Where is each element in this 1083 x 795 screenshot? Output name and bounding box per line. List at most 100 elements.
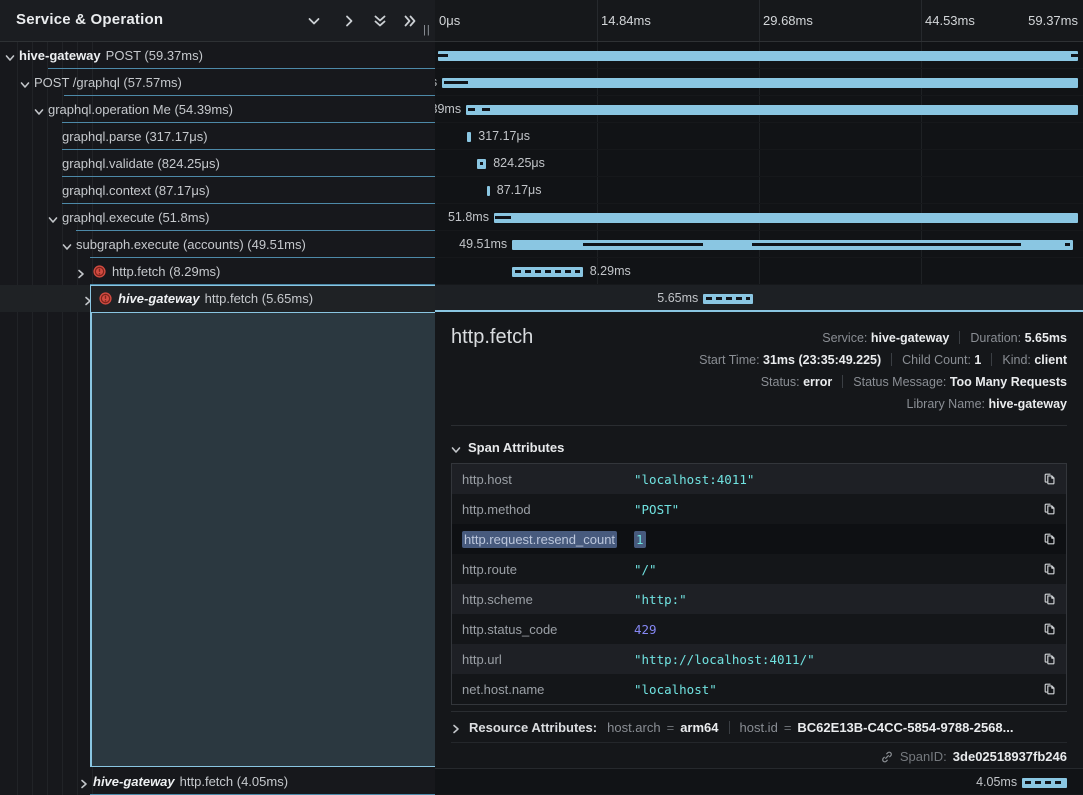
copy-icon[interactable]: [1043, 622, 1057, 636]
operation-name: POST /graphql (57.57ms): [34, 75, 182, 90]
service-name: hive-gateway: [93, 774, 175, 789]
chevron-down-icon[interactable]: [20, 77, 30, 87]
attribute-key: http.request.resend_count: [452, 532, 634, 547]
attribute-row[interactable]: http.url"http://localhost:4011/": [452, 644, 1066, 674]
chevron-down-icon[interactable]: [34, 104, 44, 114]
span-timeline-row[interactable]: 51.8ms: [435, 204, 1083, 231]
attribute-row[interactable]: net.host.name"localhost": [452, 674, 1066, 704]
chevron-right-icon[interactable]: [79, 776, 89, 786]
detail-meta-line: Start Time: 31ms (23:35:49.225)Child Cou…: [699, 349, 1067, 371]
operation-name: graphql.context (87.17μs): [62, 183, 210, 198]
service-name: hive-gateway: [19, 48, 101, 63]
chevron-right-icon[interactable]: [451, 722, 461, 732]
timeline-ruler[interactable]: 0μs14.84ms29.68ms44.53ms59.37ms: [435, 0, 1083, 42]
span-timeline-row[interactable]: 54.39ms: [435, 96, 1083, 123]
span-duration-bar[interactable]: [512, 240, 1073, 250]
span-row-label: POST /graphql (57.57ms): [34, 75, 182, 90]
copy-icon[interactable]: [1043, 562, 1057, 576]
span-duration-bar[interactable]: [487, 186, 490, 196]
child-span-marker: [1071, 54, 1078, 57]
column-resize-handle[interactable]: ||: [423, 24, 431, 36]
span-tree-row[interactable]: http.fetch (8.29ms): [0, 258, 435, 285]
child-span-marker: [480, 162, 483, 165]
attribute-row[interactable]: http.status_code429: [452, 614, 1066, 644]
span-duration-bar[interactable]: [467, 132, 472, 142]
resource-key: host.id: [740, 720, 778, 735]
resource-value: BC62E13B-C4CC-5854-9788-2568...: [797, 720, 1013, 735]
span-tree-row[interactable]: graphql.execute (51.8ms): [0, 204, 435, 231]
expand-one-icon[interactable]: [341, 13, 357, 29]
attribute-key: http.route: [452, 562, 634, 577]
span-tree-row[interactable]: graphql.operation Me (54.39ms): [0, 96, 435, 123]
span-attributes-header[interactable]: Span Attributes: [451, 440, 564, 455]
attribute-row[interactable]: http.host"localhost:4011": [452, 464, 1066, 494]
attribute-row[interactable]: http.request.resend_count1: [452, 524, 1066, 554]
child-span-marker: [495, 216, 511, 219]
meta-label: Child Count:: [902, 353, 974, 367]
span-row-label: graphql.execute (51.8ms): [62, 210, 209, 225]
duration-label: 51.8ms: [448, 210, 489, 224]
span-tree-row[interactable]: graphql.validate (824.25μs): [0, 150, 435, 177]
span-timeline-row[interactable]: [435, 42, 1083, 69]
ruler-tick-label: 14.84ms: [601, 13, 651, 28]
attribute-row[interactable]: http.scheme"http:": [452, 584, 1066, 614]
duration-label: 49.51ms: [459, 237, 507, 251]
resource-attributes-row[interactable]: Resource Attributes:host.arch=arm64host.…: [451, 711, 1067, 742]
ruler-gridline: [759, 0, 760, 41]
span-duration-bar[interactable]: [466, 105, 1078, 115]
span-tree-row[interactable]: graphql.parse (317.17μs): [0, 123, 435, 150]
span-tree-row[interactable]: hive-gatewayhttp.fetch (5.65ms): [0, 285, 435, 312]
span-tree-row[interactable]: subgraph.execute (accounts) (49.51ms): [0, 231, 435, 258]
resource-value: arm64: [680, 720, 718, 735]
span-timeline-row[interactable]: 49.51ms: [435, 231, 1083, 258]
selected-span-focus-block: [90, 312, 435, 767]
child-span-marker: [468, 108, 474, 111]
copy-icon[interactable]: [1043, 682, 1057, 696]
chevron-right-icon[interactable]: [83, 293, 93, 303]
ruler-gridline: [597, 0, 598, 41]
meta-label: Kind:: [1002, 353, 1034, 367]
duration-label: 824.25μs: [493, 156, 545, 170]
attribute-row[interactable]: http.route"/": [452, 554, 1066, 584]
span-duration-bar[interactable]: [1022, 778, 1067, 788]
span-duration-bar[interactable]: [438, 51, 1079, 61]
span-duration-bar[interactable]: [442, 78, 1078, 88]
collapse-all-icon[interactable]: [372, 13, 388, 29]
equals-sign: =: [667, 720, 675, 735]
chevron-down-icon[interactable]: [62, 239, 72, 249]
attribute-row[interactable]: http.method"POST": [452, 494, 1066, 524]
span-duration-bar[interactable]: [512, 267, 583, 277]
span-duration-bar[interactable]: [477, 159, 486, 169]
span-timeline-row[interactable]: 824.25μs: [435, 150, 1083, 177]
span-timeline-row[interactable]: 57.57ms: [435, 69, 1083, 96]
chevron-right-icon[interactable]: [76, 266, 86, 276]
copy-icon[interactable]: [1043, 652, 1057, 666]
span-tree-row[interactable]: hive-gatewayPOST (59.37ms): [0, 42, 435, 69]
expand-all-icon[interactable]: [402, 13, 418, 29]
collapse-one-icon[interactable]: [306, 13, 322, 29]
copy-icon[interactable]: [1043, 592, 1057, 606]
chevron-down-icon: [451, 443, 461, 453]
span-timeline-row[interactable]: 8.29ms: [435, 258, 1083, 285]
copy-icon[interactable]: [1043, 472, 1057, 486]
chevron-down-icon[interactable]: [5, 50, 15, 60]
copy-icon[interactable]: [1043, 502, 1057, 516]
span-tree-row[interactable]: hive-gatewayhttp.fetch (4.05ms): [0, 768, 435, 795]
span-detail-meta: Service: hive-gatewayDuration: 5.65msSta…: [699, 327, 1067, 415]
span-timeline-row[interactable]: 317.17μs: [435, 123, 1083, 150]
span-timeline-row[interactable]: 87.17μs: [435, 177, 1083, 204]
chevron-down-icon[interactable]: [48, 212, 58, 222]
span-duration-bar[interactable]: [494, 213, 1078, 223]
copy-icon[interactable]: [1043, 532, 1057, 546]
link-icon[interactable]: [880, 750, 894, 764]
span-tree-row[interactable]: POST /graphql (57.57ms): [0, 69, 435, 96]
duration-label: 57.57ms: [435, 75, 437, 89]
span-duration-bar[interactable]: [703, 294, 753, 304]
attribute-key: http.host: [452, 472, 634, 487]
meta-divider: [842, 375, 843, 388]
operation-name: graphql.parse (317.17μs): [62, 129, 208, 144]
span-timeline-row[interactable]: 4.05ms: [435, 768, 1083, 795]
span-timeline-row[interactable]: 5.65ms: [435, 285, 1083, 312]
meta-label: Library Name:: [907, 397, 989, 411]
span-tree-row[interactable]: graphql.context (87.17μs): [0, 177, 435, 204]
